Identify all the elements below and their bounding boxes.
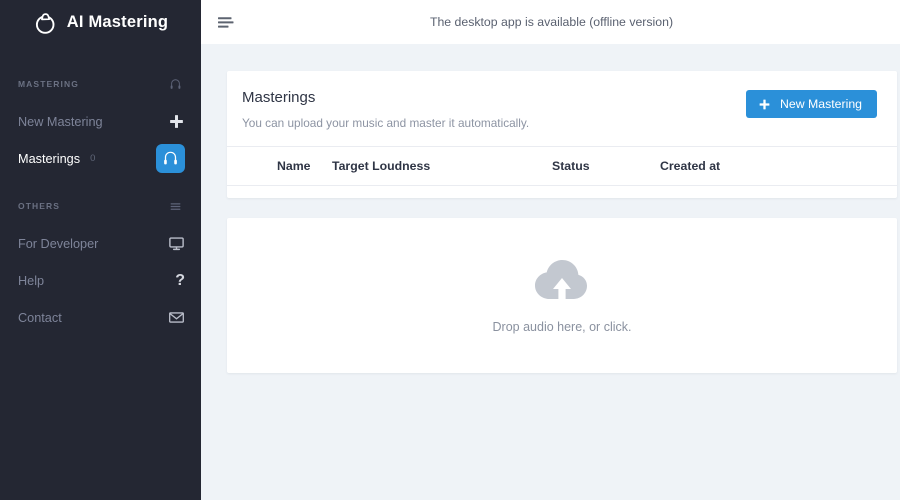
masterings-card-header: Masterings You can upload your music and…: [227, 71, 897, 146]
sidebar-item-label: For Developer: [18, 236, 99, 251]
new-mastering-button-label: New Mastering: [779, 97, 862, 111]
plus-icon: [758, 98, 771, 111]
topbar: The desktop app is available (offline ve…: [201, 0, 900, 44]
column-header-name: Name: [227, 146, 332, 186]
sidebar-item-label: Help: [18, 273, 45, 288]
envelope-icon: [168, 309, 185, 326]
masterings-table: Name Target Loudness Status Created at: [227, 146, 897, 186]
menu-toggle-icon[interactable]: [215, 11, 237, 33]
column-header-status: Status: [552, 146, 660, 186]
masterings-count-badge: 0: [90, 153, 96, 164]
table-footer-space: [227, 186, 897, 198]
masterings-table-head: Name Target Loudness Status Created at: [227, 146, 897, 186]
headphone-icon: [169, 78, 182, 91]
page-subtitle: You can upload your music and master it …: [242, 116, 530, 130]
sidebar-item-help[interactable]: Help ?: [0, 262, 201, 299]
sidebar-section-mastering: MASTERING: [0, 65, 201, 103]
sidebar-item-contact[interactable]: Contact: [0, 299, 201, 336]
headphone-ring-logo-icon: [33, 10, 59, 36]
sidebar-item-label: Masterings: [18, 151, 81, 166]
sidebar-item-for-developer[interactable]: For Developer: [0, 225, 201, 262]
cloud-upload-icon: [533, 258, 591, 306]
content-area: Masterings You can upload your music and…: [201, 44, 900, 500]
sidebar-item-label: New Mastering: [18, 114, 103, 129]
headphone-icon[interactable]: [156, 144, 185, 173]
plus-icon: [168, 113, 185, 130]
app-root: AI Mastering MASTERING New Mastering Mas…: [0, 0, 900, 500]
column-header-target-loudness: Target Loudness: [332, 146, 552, 186]
masterings-card-heading-block: Masterings You can upload your music and…: [241, 89, 529, 130]
question-mark-icon: ?: [175, 271, 185, 289]
monitor-icon: [168, 235, 185, 252]
dropzone-label: Drop audio here, or click.: [492, 319, 632, 334]
sidebar-section-others: OTHERS: [0, 187, 201, 225]
new-mastering-button[interactable]: New Mastering: [745, 90, 877, 118]
main-area: The desktop app is available (offline ve…: [201, 0, 900, 500]
audio-dropzone[interactable]: Drop audio here, or click.: [227, 218, 897, 373]
table-header-row: Name Target Loudness Status Created at: [227, 146, 897, 186]
masterings-card: Masterings You can upload your music and…: [227, 71, 897, 198]
sidebar-item-masterings[interactable]: Masterings 0: [0, 140, 201, 177]
sidebar: AI Mastering MASTERING New Mastering Mas…: [0, 0, 201, 500]
brand-name: AI Mastering: [66, 13, 169, 31]
hamburger-icon: [169, 200, 182, 213]
sidebar-section-label-others: OTHERS: [18, 201, 61, 211]
sidebar-item-new-mastering[interactable]: New Mastering: [0, 103, 201, 140]
page-title: Masterings: [242, 89, 316, 106]
brand-logo-area[interactable]: AI Mastering: [0, 0, 201, 45]
topbar-notice: The desktop app is available (offline ve…: [429, 15, 674, 29]
column-header-created-at: Created at: [660, 146, 897, 186]
sidebar-item-label: Contact: [18, 310, 62, 325]
sidebar-section-label-mastering: MASTERING: [18, 79, 79, 89]
